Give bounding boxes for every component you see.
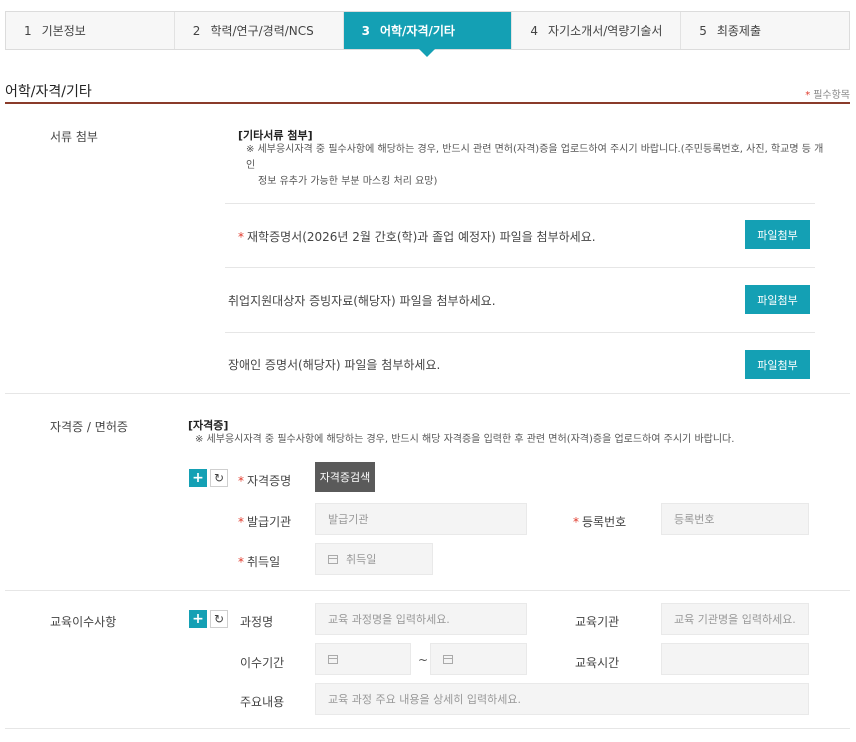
required-star: * [238, 230, 244, 244]
license-name-text: 자격증명 [247, 474, 292, 488]
required-note: * 필수항목 [805, 86, 850, 101]
divider [225, 203, 815, 204]
step-number: 1 [24, 23, 32, 38]
divider [225, 332, 815, 333]
required-star: * [805, 90, 811, 101]
step-label: 기본정보 [41, 24, 86, 38]
required-star: * [238, 515, 244, 529]
documents-label: 서류 첨부 [50, 130, 98, 144]
documents-note-line1: ※ 세부응시자격 중 필수사항에 해당하는 경우, 반드시 관련 면허(자격)증… [246, 144, 824, 171]
document-item-3: 장애인 증명서(해당자) 파일을 첨부하세요. [228, 358, 441, 372]
step-number: 5 [699, 23, 707, 38]
period-start-input[interactable] [315, 643, 411, 675]
required-star: * [238, 555, 244, 569]
add-education-button[interactable]: + [189, 610, 207, 628]
section-title: 어학/자격/기타 [5, 84, 92, 100]
step-label: 자기소개서/역량기술서 [548, 24, 663, 38]
license-search-button[interactable]: 자격증검색 [315, 462, 375, 492]
attach-file-button-1[interactable]: 파일첨부 [745, 220, 810, 249]
calendar-icon [443, 654, 453, 664]
main-content-label: 주요내용 [240, 695, 285, 709]
issuer-label: * 발급기관 [238, 513, 291, 530]
calendar-icon [328, 554, 338, 564]
reset-license-button[interactable]: ↻ [210, 469, 228, 487]
registration-number-label-text: 등록번호 [582, 515, 627, 529]
issuer-input[interactable]: 발급기관 [315, 503, 527, 535]
main-content-input[interactable]: 교육 과정 주요 내용을 상세히 입력하세요. [315, 683, 809, 715]
period-separator: ~ [418, 653, 429, 667]
step-tab-3[interactable]: 3 어학/자격/기타 [343, 12, 513, 57]
education-hours-label: 교육시간 [575, 656, 620, 670]
acquisition-date-label: * 취득일 [238, 553, 280, 570]
education-institution-input[interactable]: 교육 기관명을 입력하세요. [661, 603, 809, 635]
divider [5, 728, 850, 729]
registration-number-label: * 등록번호 [573, 513, 626, 530]
registration-number-input[interactable]: 등록번호 [661, 503, 809, 535]
step-tab-5[interactable]: 5 최종제출 [681, 12, 849, 49]
documents-heading: [기타서류 첨부] [238, 129, 313, 142]
issuer-label-text: 발급기관 [247, 515, 292, 529]
step-tab-1[interactable]: 1 기본정보 [6, 12, 175, 49]
step-number: 2 [192, 23, 201, 38]
license-note: ※ 세부응시자격 중 필수사항에 해당하는 경우, 반드시 해당 자격증을 입력… [195, 434, 735, 445]
acquisition-date-placeholder: 취득일 [346, 553, 377, 566]
step-label: 어학/자격/기타 [379, 24, 455, 38]
divider [5, 590, 850, 591]
required-star: * [573, 515, 579, 529]
license-name-label: * 자격증명 [238, 472, 291, 489]
step-tab-2[interactable]: 2 학력/연구/경력/NCS [175, 12, 344, 49]
course-name-input[interactable]: 교육 과정명을 입력하세요. [315, 603, 527, 635]
attach-file-button-3[interactable]: 파일첨부 [745, 350, 810, 379]
step-number: 4 [530, 23, 539, 38]
acquisition-date-input[interactable]: 취득일 [315, 543, 433, 575]
document-item-text: 재학증명서(2026년 2월 간호(학)과 졸업 예정자) 파일을 첨부하세요. [247, 230, 596, 244]
education-label: 교육이수사항 [50, 615, 117, 629]
calendar-icon [328, 654, 338, 664]
step-number: 3 [361, 23, 370, 38]
section-divider [5, 102, 850, 104]
step-label: 최종제출 [716, 24, 761, 38]
divider [5, 393, 850, 394]
documents-note-line2: 정보 유추가 가능한 부분 마스킹 처리 요망) [258, 176, 438, 187]
course-name-label: 과정명 [240, 615, 274, 629]
step-label: 학력/연구/경력/NCS [210, 24, 314, 38]
license-label: 자격증 / 면허증 [50, 420, 128, 434]
required-star: * [238, 474, 244, 488]
documents-note: ※ 세부응시자격 중 필수사항에 해당하는 경우, 반드시 관련 면허(자격)증… [246, 142, 826, 190]
divider [225, 267, 815, 268]
license-heading: [자격증] [188, 419, 229, 432]
period-end-input[interactable] [430, 643, 527, 675]
document-item-2: 취업지원대상자 증빙자료(해당자) 파일을 첨부하세요. [228, 294, 496, 308]
completion-period-label: 이수기간 [240, 656, 285, 670]
education-hours-input[interactable] [661, 643, 809, 675]
attach-file-button-2[interactable]: 파일첨부 [745, 285, 810, 314]
step-tabs: 1 기본정보 2 학력/연구/경력/NCS 3 어학/자격/기타 4 자기소개서/역량기… [5, 11, 850, 57]
education-institution-label: 교육기관 [575, 615, 620, 629]
acquisition-date-label-text: 취득일 [247, 555, 281, 569]
reset-education-button[interactable]: ↻ [210, 610, 228, 628]
add-license-button[interactable]: + [189, 469, 207, 487]
step-tab-4[interactable]: 4 자기소개서/역량기술서 [512, 12, 682, 49]
document-item-1: * 재학증명서(2026년 2월 간호(학)과 졸업 예정자) 파일을 첨부하세요… [238, 228, 596, 245]
required-note-label: 필수항목 [813, 90, 850, 101]
